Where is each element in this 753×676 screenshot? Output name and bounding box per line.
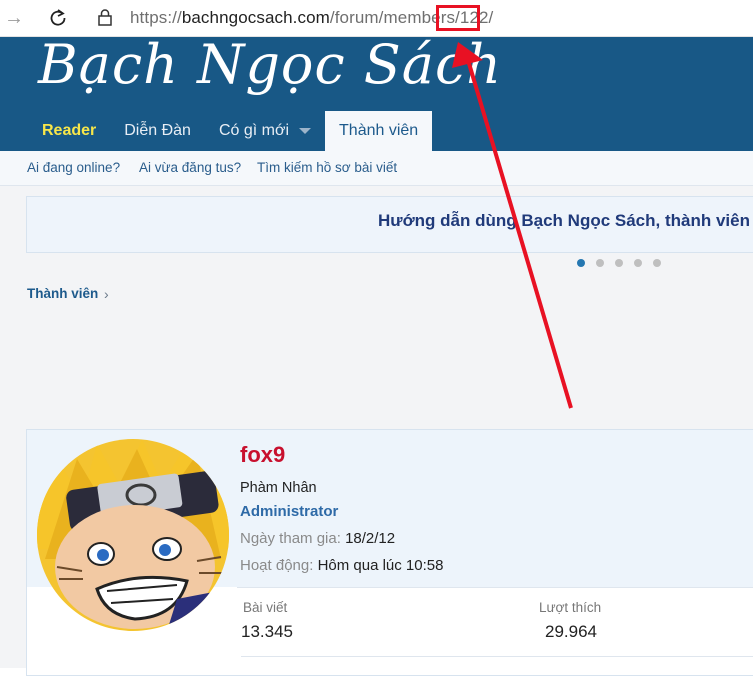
carousel-dot[interactable] (653, 259, 661, 267)
tab-whats-new[interactable]: Có gì mới (205, 111, 325, 151)
carousel-dot[interactable] (596, 259, 604, 267)
tab-reader[interactable]: Reader (28, 111, 110, 151)
chevron-down-icon[interactable] (299, 127, 312, 134)
subnav-recent-status[interactable]: Ai vừa đăng tus? (139, 160, 241, 175)
url-domain: bachngocsach.com (181, 8, 330, 27)
joined-row: Ngày tham gia: 18/2/12 (240, 530, 395, 547)
profile-card: fox9 Phàm Nhân Administrator Ngày tham g… (26, 429, 753, 676)
activity-value: Hôm qua lúc 10:58 (317, 557, 444, 574)
activity-label: Hoạt động: (240, 557, 314, 574)
url-prefix: https:// (130, 8, 182, 27)
user-title: Phàm Nhân (240, 480, 317, 496)
subnav-online[interactable]: Ai đang online? (27, 160, 120, 175)
browser-toolbar: → https://bachngocsach.com/forum/members… (0, 0, 753, 37)
page-body: Hướng dẫn dùng Bạch Ngọc Sách, thành viê… (0, 186, 753, 676)
sub-nav: Ai đang online? Ai vừa đăng tus? Tìm kiế… (0, 151, 753, 186)
username[interactable]: fox9 (240, 442, 285, 468)
reload-icon[interactable] (46, 6, 70, 30)
notice-text[interactable]: Hướng dẫn dùng Bạch Ngọc Sách, thành viê… (378, 211, 750, 231)
notice-banner: Hướng dẫn dùng Bạch Ngọc Sách, thành viê… (26, 196, 753, 253)
tab-members[interactable]: Thành viên (325, 111, 433, 151)
user-role-badge: Administrator (240, 503, 339, 520)
stat-likes-value[interactable]: 29.964 (545, 622, 597, 642)
divider (241, 656, 753, 657)
chevron-right-icon: › (104, 286, 109, 302)
stat-posts-value[interactable]: 13.345 (241, 622, 293, 642)
tab-whats-new-label: Có gì mới (218, 122, 290, 139)
carousel-dot[interactable] (577, 259, 585, 267)
tab-forums[interactable]: Diễn Đàn (110, 111, 205, 151)
breadcrumb[interactable]: Thành viên (27, 286, 98, 301)
site-logo[interactable]: Bạch Ngọc Sách (38, 33, 502, 96)
joined-label: Ngày tham gia: (240, 530, 341, 547)
address-bar[interactable]: https://bachngocsach.com/forum/members/1… (88, 3, 753, 31)
joined-value: 18/2/12 (345, 530, 396, 547)
stat-likes-label: Lượt thích (539, 600, 602, 615)
carousel-dots (577, 259, 661, 267)
activity-row: Hoạt động: Hôm qua lúc 10:58 (240, 557, 443, 574)
stat-posts-label: Bài viết (243, 600, 288, 615)
divider (237, 587, 753, 588)
main-nav: Reader Diễn Đàn Có gì mới Thành viên (28, 111, 433, 151)
carousel-dot[interactable] (634, 259, 642, 267)
lock-icon (98, 9, 112, 31)
carousel-dot[interactable] (615, 259, 623, 267)
site-header: Bạch Ngọc Sách Reader Diễn Đàn Có gì mới… (0, 33, 753, 151)
avatar[interactable] (37, 439, 229, 631)
subnav-search-profile[interactable]: Tìm kiếm hồ sơ bài viết (257, 160, 397, 175)
annotation-highlight-box (436, 5, 480, 31)
back-arrow-icon[interactable]: → (2, 6, 26, 30)
